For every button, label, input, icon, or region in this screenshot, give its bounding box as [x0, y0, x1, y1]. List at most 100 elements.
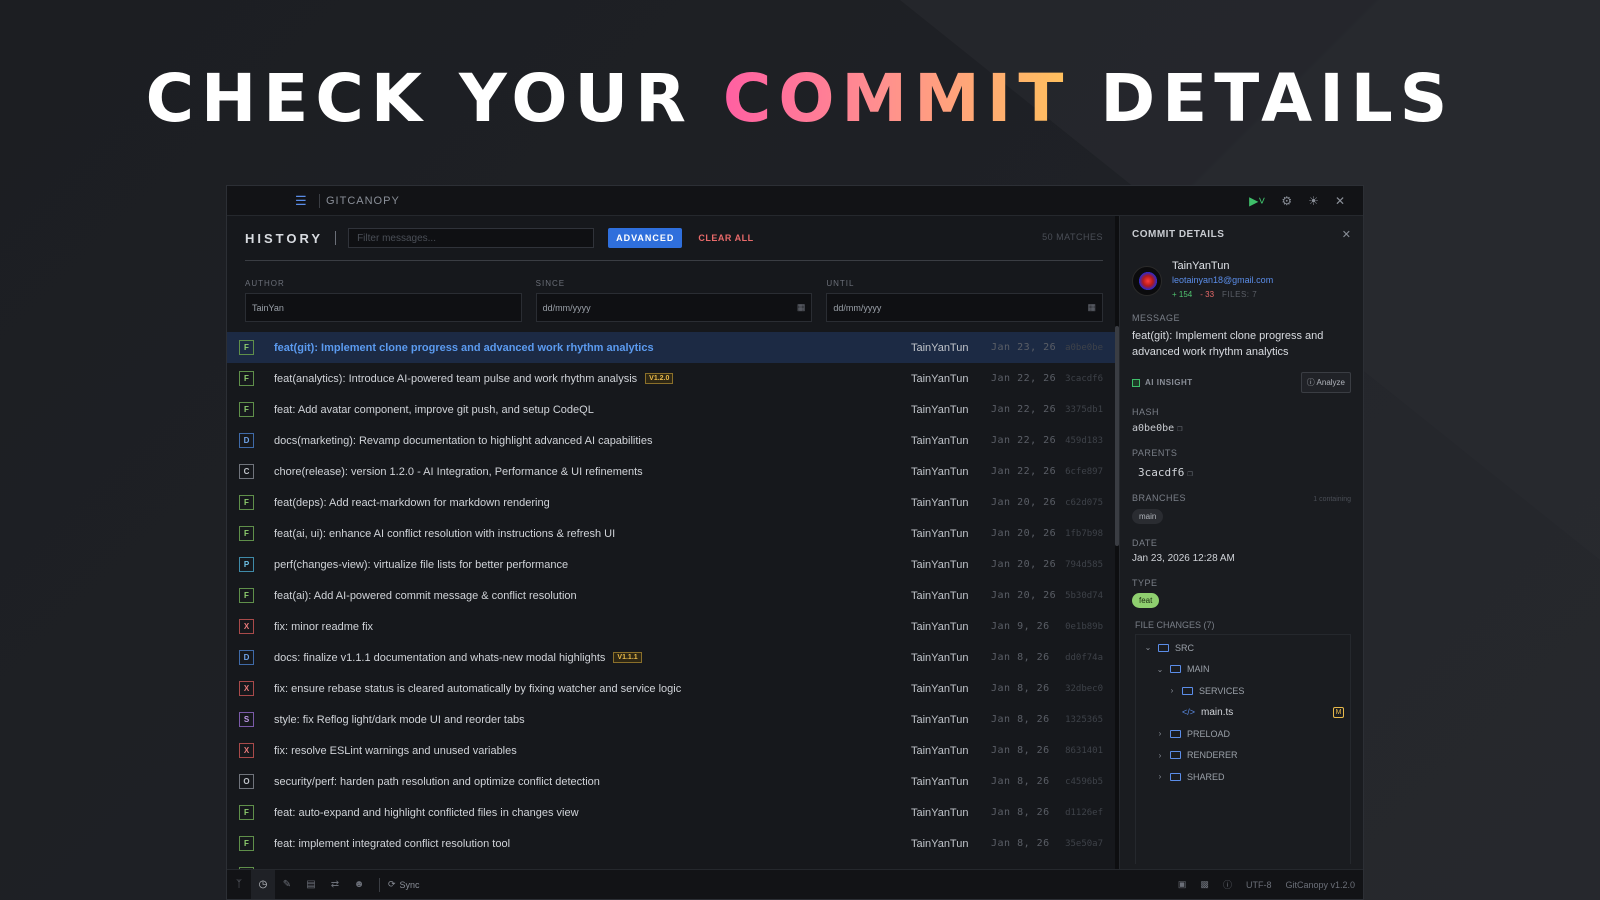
branches-header: BRANCHES 1 containing — [1132, 493, 1351, 503]
commit-row[interactable]: Xfix: resolve ESLint warnings and unused… — [227, 735, 1117, 766]
commit-message-text: perf(changes-view): virtualize file list… — [274, 558, 569, 571]
chevron-right-icon[interactable]: › — [1166, 686, 1178, 695]
commit-row[interactable]: Ddocs: finalize v1.1.1 documentation and… — [227, 642, 1117, 673]
commit-message-text: feat(ai, ui): enhance AI conflict resolu… — [274, 527, 616, 540]
commit-row[interactable]: Ffeat: auto-expand and highlight conflic… — [227, 797, 1117, 828]
commit-hash: 1fb7b98 — [1065, 528, 1103, 539]
parent-row: 3cacdf6 ❐ — [1138, 466, 1351, 479]
until-filter: UNTIL dd/mm/yyyy ▦ — [826, 279, 1104, 322]
sync-button[interactable]: ⟳ Sync — [388, 879, 420, 890]
status-separator — [379, 877, 380, 892]
sun-icon[interactable]: ☀ — [1308, 194, 1319, 208]
chevron-down-icon[interactable]: ⌄ — [1154, 665, 1166, 674]
deletions-count: - 33 — [1200, 290, 1215, 299]
tree-folder[interactable]: ⌄ MAIN — [1136, 659, 1350, 681]
commit-row[interactable]: Xfix: ensure rebase status is cleared au… — [227, 673, 1117, 704]
close-icon[interactable]: ✕ — [1342, 228, 1351, 241]
history-icon[interactable]: ◷ — [251, 869, 275, 899]
commit-message-text: docs(marketing): Revamp documentation to… — [274, 434, 653, 447]
parent-hash[interactable]: 3cacdf6 — [1138, 466, 1184, 479]
close-icon[interactable]: ✕ — [1335, 194, 1345, 208]
commit-date: Jan 23, 2026 12:28 AM — [1132, 553, 1235, 564]
history-title-separator — [335, 231, 337, 245]
commit-row[interactable]: Ffeat: Add avatar component, improve git… — [227, 394, 1117, 425]
chart-icon[interactable]: ▤ — [299, 870, 323, 900]
commit-message-text: fix: minor readme fix — [274, 620, 374, 633]
advanced-button[interactable]: ADVANCED — [608, 228, 683, 248]
commit-message: fix: minor readme fix — [274, 621, 911, 633]
author-filter-value: TainYan — [252, 302, 284, 313]
sync-label: Sync — [399, 879, 420, 890]
commit-row[interactable]: Ffeat(analytics): Introduce AI-powered t… — [227, 363, 1117, 394]
tree-folder[interactable]: › SERVICES — [1136, 680, 1350, 702]
since-date-input[interactable]: dd/mm/yyyy ▦ — [535, 293, 813, 322]
tree-folder[interactable]: › SHARED — [1136, 766, 1350, 788]
tree-folder[interactable]: › RENDERER — [1136, 745, 1350, 767]
terminal-icon[interactable]: ▩ — [1200, 879, 1209, 890]
commit-row[interactable]: Ffeat(ai): Add AI-powered commit message… — [227, 580, 1117, 611]
commit-message-text: feat(ai): Add AI-powered commit message … — [274, 589, 577, 602]
headline-accent: COMMIT — [722, 60, 1071, 137]
edit-icon[interactable]: ✎ — [275, 870, 299, 900]
commit-row[interactable]: Ffeat(git): Implement clone progress and… — [227, 332, 1117, 363]
commit-row[interactable]: Ffeat(deps): Add react-markdown for mark… — [227, 487, 1117, 518]
chevron-right-icon[interactable]: › — [1154, 751, 1166, 760]
commit-message: feat(ai, ui): enhance AI conflict resolu… — [274, 528, 911, 540]
commit-type-badge: P — [239, 557, 254, 572]
hamburger-icon[interactable]: ☰ — [295, 193, 309, 209]
commit-message: feat(ai): Add AI-powered commit message … — [274, 590, 911, 602]
author-filter-input[interactable]: TainYan — [245, 293, 522, 322]
clear-all-button[interactable]: CLEAR ALL — [698, 233, 753, 243]
commit-author: TainYanTun — [911, 620, 969, 633]
folder-name: SHARED — [1187, 771, 1225, 782]
calendar-icon[interactable]: ▦ — [1088, 302, 1097, 313]
commit-author: TainYanTun — [911, 589, 969, 602]
commit-row[interactable]: Pperf(changes-view): virtualize file lis… — [227, 549, 1117, 580]
commit-row[interactable]: Xfix: minor readme fix TainYanTun Jan 9, 2… — [227, 611, 1117, 642]
folder-name: RENDERER — [1187, 750, 1238, 761]
hash-row: a0be0be ❐ — [1132, 423, 1351, 434]
encoding-label: UTF-8 — [1245, 879, 1272, 890]
ai-insight-icon — [1132, 378, 1140, 387]
commit-row[interactable]: Ffeat: implement integrated conflict res… — [227, 828, 1117, 859]
commit-message-text: feat: Add avatar component, improve git … — [274, 403, 594, 416]
tree-folder[interactable]: › PRELOAD — [1136, 723, 1350, 745]
commit-hash: a0be0be — [1132, 423, 1175, 434]
chevron-right-icon[interactable]: › — [1154, 772, 1166, 781]
branch-tag[interactable]: main — [1132, 509, 1164, 524]
commit-date: Jan 8, 26 — [991, 776, 1050, 787]
copy-icon[interactable]: ❐ — [1177, 424, 1182, 434]
calendar-icon[interactable]: ▦ — [797, 302, 806, 313]
folder-icon — [1170, 729, 1181, 738]
details-header: COMMIT DETAILS ✕ — [1132, 216, 1351, 252]
avatar — [1132, 266, 1162, 296]
branch-icon[interactable]: ᛉ — [227, 870, 251, 900]
until-date-input[interactable]: dd/mm/yyyy ▦ — [826, 293, 1104, 322]
chevron-right-icon[interactable]: › — [1154, 729, 1166, 738]
tree-file[interactable]: </> main.ts M — [1136, 702, 1350, 724]
tree-folder[interactable]: ⌄ SRC — [1136, 637, 1350, 659]
commit-row[interactable]: Ddocs(marketing): Revamp documentation t… — [227, 425, 1117, 456]
commit-row[interactable]: Osecurity/perf: harden path resolution a… — [227, 766, 1117, 797]
analyze-button[interactable]: ⓘ Analyze — [1300, 372, 1351, 393]
commit-row[interactable]: Ffeat(ai, ui): enhance AI conflict resol… — [227, 518, 1117, 549]
commit-author: TainYanTun — [911, 465, 969, 478]
author-email[interactable]: leotainyan18@gmail.com — [1172, 275, 1273, 285]
commit-type-badge: S — [239, 712, 254, 727]
play-circle-icon[interactable]: ▶˅ — [1249, 194, 1265, 208]
filter-messages-input[interactable] — [348, 228, 595, 248]
gear-icon[interactable]: ⚙ — [1281, 194, 1292, 208]
matches-count: 50 MATCHES — [1042, 232, 1103, 242]
swap-icon[interactable]: ⇄ — [323, 870, 347, 900]
commit-date: Jan 8, 26 — [991, 745, 1050, 756]
users-icon[interactable]: ☻ — [347, 870, 371, 900]
advanced-filters: AUTHOR TainYan SINCE dd/mm/yyyy ▦ UNTIL d… — [227, 261, 1117, 322]
commit-row[interactable]: Sstyle: fix Reflog light/dark mode UI an… — [227, 704, 1117, 735]
commit-date: Jan 20, 26 — [991, 590, 1057, 601]
help-icon[interactable]: ⓘ — [1223, 878, 1232, 891]
copy-icon[interactable]: ❐ — [1187, 469, 1192, 479]
commit-message-text: fix: ensure rebase status is cleared aut… — [274, 682, 682, 695]
chevron-down-icon[interactable]: ⌄ — [1142, 643, 1154, 652]
commit-row[interactable]: Cchore(release): version 1.2.0 - AI Inte… — [227, 456, 1117, 487]
package-icon[interactable]: ▣ — [1178, 879, 1187, 890]
